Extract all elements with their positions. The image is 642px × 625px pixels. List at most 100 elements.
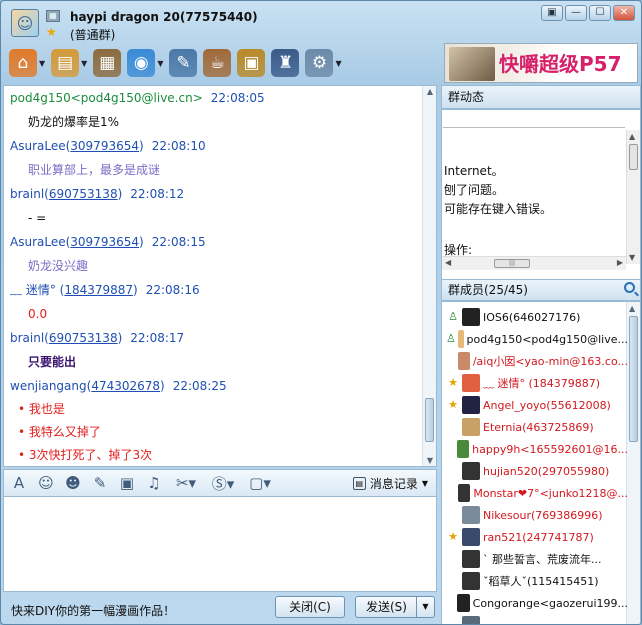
minimize-button[interactable]: — [565,5,587,21]
toolbar-tv-button[interactable]: ▣ [237,45,266,81]
emoji-icon[interactable]: ☺ [37,474,55,492]
ad-banner[interactable]: 快嚼超级P57 [444,43,638,83]
member-avatar[interactable] [462,550,480,568]
member-row[interactable]: Congorange<gaozerui199... [442,592,628,614]
search-icon[interactable] [624,282,635,293]
screen-icon[interactable]: ▢▾ [246,474,274,492]
member-row[interactable]: happy9h<165592601@16... [442,438,628,460]
music-icon[interactable]: ♫ [145,474,163,492]
member-row[interactable]: Monstar❤7°<junko1218@... [442,482,628,504]
message-sender[interactable]: AsuraLee( [10,139,70,153]
message-sender[interactable]: wenjiangang( [10,379,91,393]
message-input[interactable] [3,497,437,592]
member-row[interactable]: ★ ran521(247741787) [442,526,628,548]
scroll-down-icon[interactable]: ▼ [425,456,435,465]
group-avatar[interactable]: ☺ [11,9,39,37]
member-avatar[interactable] [462,308,480,326]
scroll-thumb[interactable] [425,398,434,442]
member-avatar[interactable] [457,484,471,502]
member-row[interactable]: hujian520(297055980) [442,460,628,482]
member-scrollbar[interactable]: ▲ [626,302,640,624]
scroll-up-icon[interactable]: ▲ [425,87,435,96]
message-area[interactable]: pod4g150<pod4g150@live.cn> 22:08:05 奶龙的爆率是… [3,85,437,467]
sender-qq-link[interactable]: 184379887 [64,283,133,297]
member-avatar[interactable] [457,594,470,612]
chevron-down-icon[interactable]: ▼ [157,59,163,68]
member-row[interactable]: ` 那些誓言、荒废流年... [442,548,628,570]
member-row[interactable]: ★ ﹏ 迷情° (184379887) [442,372,628,394]
scissors-icon[interactable]: ✂▾ [172,474,200,492]
member-avatar[interactable] [457,440,470,458]
scroll-right-icon[interactable]: ▶ [617,258,623,267]
member-avatar[interactable] [462,528,480,546]
member-avatar[interactable] [462,616,480,624]
send-options-button[interactable]: ▼ [416,596,435,618]
member-avatar[interactable] [457,352,470,370]
toolbar-settings-button[interactable]: ⚙ ▼ [305,45,342,81]
chevron-down-icon[interactable]: ▼ [81,59,87,68]
member-avatar[interactable] [462,462,480,480]
member-row[interactable]: ♙ IOS6(646027176) [442,306,628,328]
toolbar-home-button[interactable]: ⌂ ▼ [9,45,45,81]
member-list[interactable]: ▲ ♙ IOS6(646027176) ♙ pod4g150<pod4g150@liv… [441,301,641,624]
sender-qq-link[interactable]: 474302678 [91,379,160,393]
title-bar[interactable]: ☺ ▦ ★ haypi dragon 20(77575440) (普通群) ▣ … [1,1,641,43]
face-icon[interactable]: ☻ [64,474,82,492]
chevron-down-icon[interactable]: ▼ [335,59,341,68]
font-icon[interactable]: A [10,474,28,492]
member-avatar[interactable] [462,506,480,524]
message-scrollbar[interactable]: ▲ ▼ [422,86,436,466]
message-body: 0.0 [28,307,48,321]
notice-hscroll-thumb[interactable]: ||| [494,259,530,268]
skin-button[interactable]: ▣ [541,5,563,21]
member-row[interactable]: Eternia(463725869) [442,416,628,438]
member-row[interactable]: /aiq小囡<yao-min@163.co... [442,350,628,372]
scroll-up-icon[interactable]: ▲ [629,304,635,313]
message-time: 22:08:25 [172,379,227,393]
scroll-left-icon[interactable]: ◀ [445,258,451,267]
sender-qq-link[interactable]: 690753138 [49,331,118,345]
sender-qq-link[interactable]: 690753138 [49,187,118,201]
sender-qq-link[interactable]: 309793654 [70,139,139,153]
message-sender[interactable]: pod4g150<pod4g150@live.cn> [10,91,203,105]
toolbar-notes-button[interactable]: ✎ [169,45,198,81]
message-sender[interactable]: brainl( [10,187,49,201]
image-icon[interactable]: ▣ [118,474,136,492]
message-history-button[interactable]: ▤ 消息记录 ▼ [352,475,428,492]
toolbar-admin-button[interactable]: ♜ [271,45,300,81]
toolbar-folder-button[interactable]: ▤ ▼ [51,45,87,81]
member-row[interactable]: ♙ pod4g150<pod4g150@live... [442,328,628,350]
member-avatar[interactable] [457,330,464,348]
member-avatar[interactable] [462,396,480,414]
scroll-down-icon[interactable]: ▼ [629,253,635,262]
member-avatar[interactable] [462,572,480,590]
message-sender[interactable]: brainl( [10,331,49,345]
member-avatar[interactable] [462,418,480,436]
notice-hscrollbar[interactable]: ◀ ||| ▶ [442,256,626,270]
edit-icon[interactable]: ✎ [91,474,109,492]
member-row[interactable]: ★ Angel_yoyo(55612008) [442,394,628,416]
toolbar-voice-button[interactable]: ◉ ▼ [127,45,163,81]
notice-vscroll-thumb[interactable] [629,144,638,170]
close-window-button[interactable]: ✕ [613,5,635,21]
notice-vscrollbar[interactable]: ▲ ▼ [626,130,640,264]
member-avatar[interactable] [462,374,480,392]
scroll-up-icon[interactable]: ▲ [629,132,635,141]
send-button[interactable]: 发送(S) [355,596,417,618]
sogou-icon[interactable]: Ⓢ▾ [209,473,237,494]
sender-qq-link[interactable]: 309793654 [70,235,139,249]
maximize-button[interactable]: ☐ [589,5,611,21]
message-sender[interactable]: ﹏ 迷情° ( [10,283,64,297]
toolbar-album-button[interactable]: ▦ [93,45,122,81]
star-icon: ★ [46,25,57,39]
member-row[interactable]: Nikesour(769386996) [442,504,628,526]
diy-promo-link[interactable]: 快来DIY你的第一幅漫画作品！ [11,602,175,619]
toolbar-coffee-button[interactable]: ☕ [203,45,232,81]
member-row[interactable]: ˇ稻草人ˇ(115415451) [442,570,628,592]
member-scroll-thumb[interactable] [629,316,638,442]
member-row[interactable]: ... [442,614,628,624]
message-sender[interactable]: AsuraLee( [10,235,70,249]
chevron-down-icon[interactable]: ▼ [39,59,45,68]
close-button[interactable]: 关闭(C) [275,596,345,618]
owner-badge-icon: ♙ [446,332,456,345]
